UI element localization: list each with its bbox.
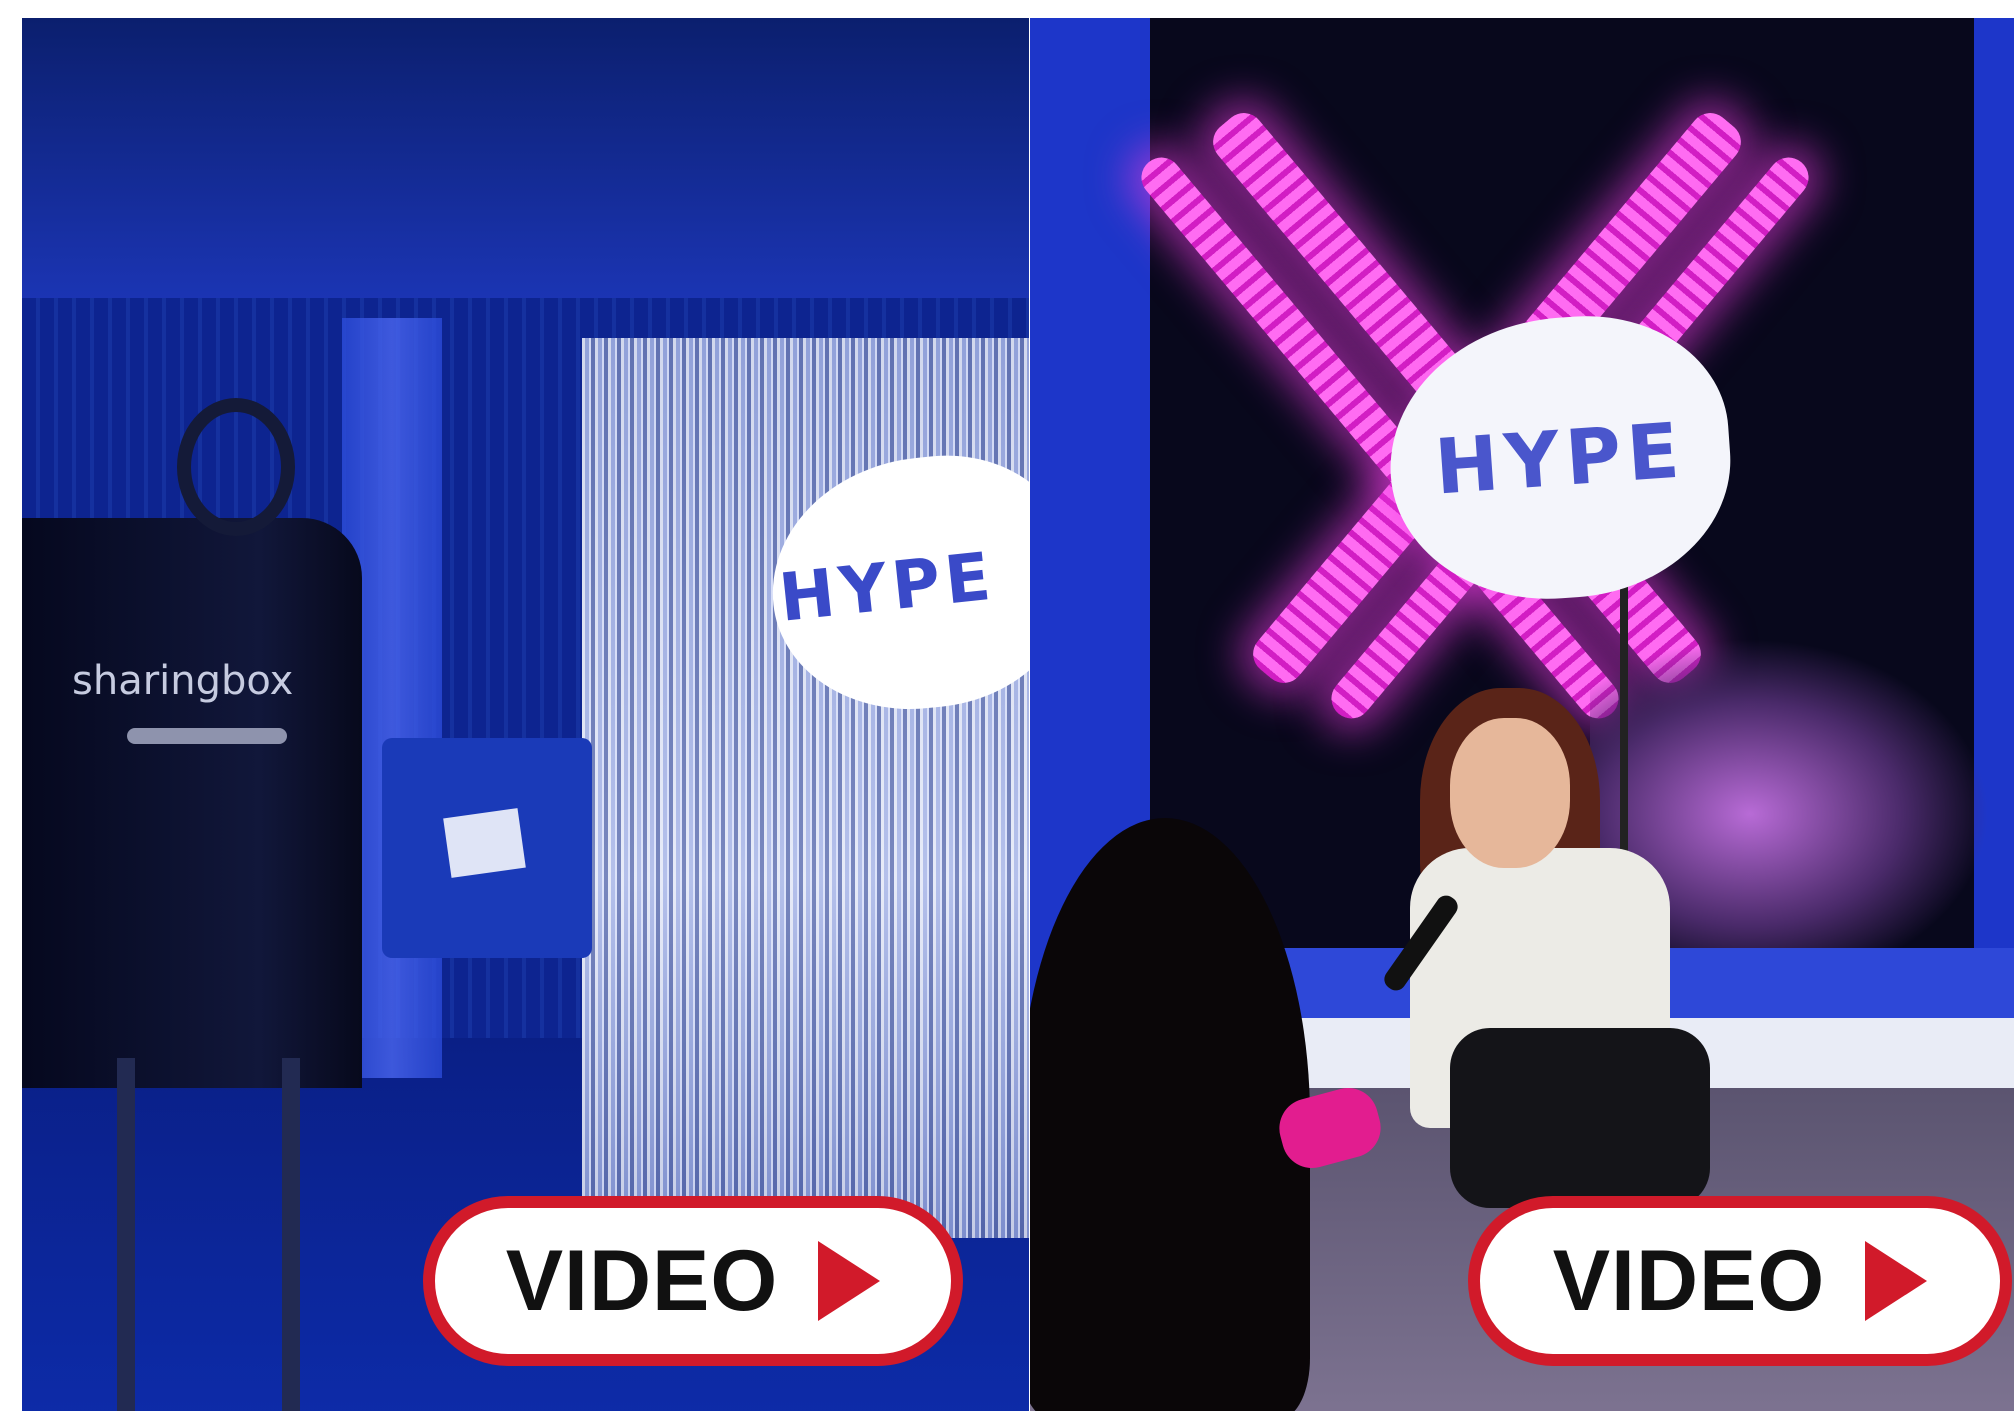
play-icon <box>1865 1241 1928 1321</box>
booth-leg <box>282 1058 300 1411</box>
photo-booth <box>22 518 362 1088</box>
booth-print-slot <box>127 728 287 744</box>
white-pillow <box>443 808 526 878</box>
hype-logo-text: HYPE <box>1432 404 1688 512</box>
booth-brand-label: sharingbox <box>72 658 294 704</box>
ring-light <box>177 398 295 536</box>
performer-face <box>1450 718 1570 868</box>
performer-legs <box>1450 1028 1710 1208</box>
video-button-label: VIDEO <box>1552 1232 1826 1329</box>
audience-member <box>1030 818 1310 1411</box>
video-button-label: VIDEO <box>505 1232 779 1329</box>
hype-logo-text: HYPE <box>775 537 999 637</box>
booth-leg <box>117 1058 135 1411</box>
video-play-button-right[interactable]: VIDEO <box>1468 1196 2012 1366</box>
play-icon <box>818 1241 881 1321</box>
ceiling <box>22 18 1029 318</box>
video-play-button-left[interactable]: VIDEO <box>423 1196 963 1366</box>
